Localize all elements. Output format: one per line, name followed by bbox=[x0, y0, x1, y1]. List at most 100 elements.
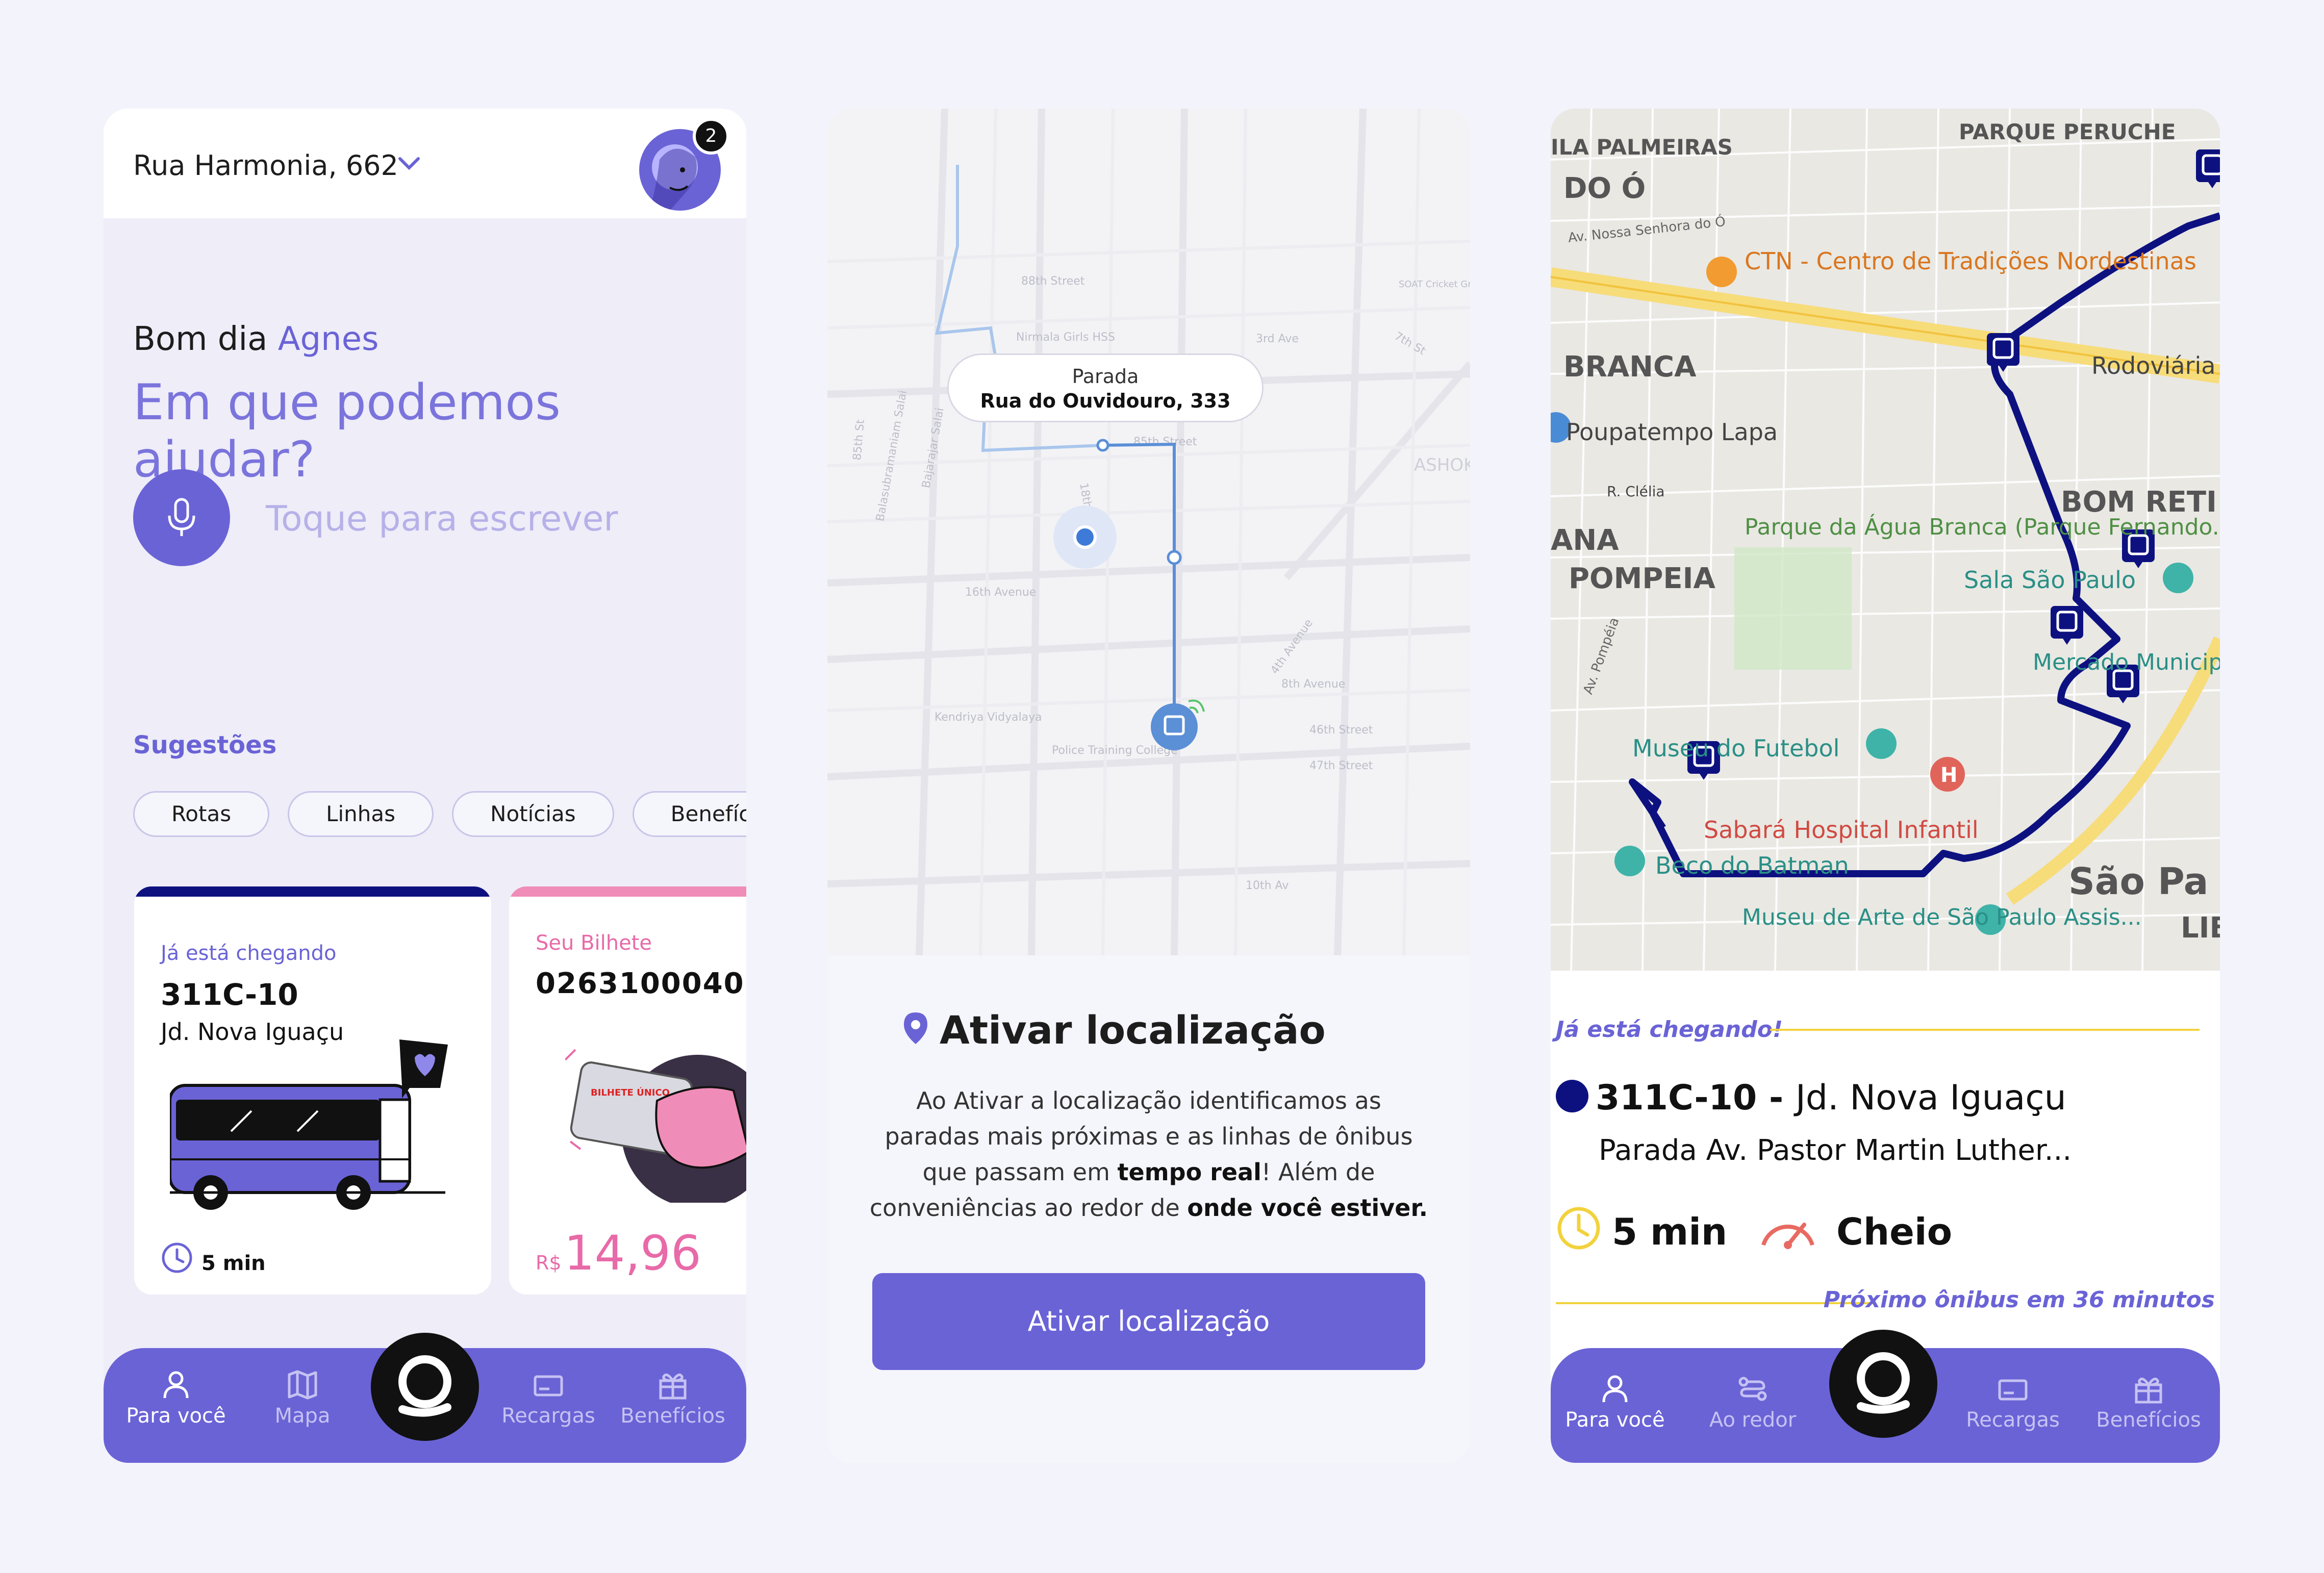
map-label: 88th Street bbox=[1021, 275, 1085, 288]
nav-label: Mapa bbox=[274, 1404, 331, 1428]
ticket-number: 026310004072 bbox=[536, 967, 746, 1000]
mic-button[interactable] bbox=[133, 469, 230, 566]
map-label: R. Clélia bbox=[1607, 483, 1665, 500]
map-label: Kendriya Vidyalaya bbox=[934, 711, 1042, 724]
svg-text:H: H bbox=[1940, 764, 1957, 787]
map-label: 16th Avenue bbox=[965, 586, 1036, 599]
search-input[interactable]: Toque para escrever bbox=[266, 499, 618, 539]
map-label: Sala São Paulo bbox=[1964, 566, 2136, 594]
logo-icon bbox=[398, 1355, 451, 1417]
map-label: Museu do Futebol bbox=[1632, 734, 1839, 762]
arrival-label: Já está chegando! bbox=[1556, 1017, 1783, 1043]
line-color-dot bbox=[1556, 1080, 1588, 1112]
nav-label: Recargas bbox=[501, 1404, 595, 1428]
stop-bubble[interactable]: Parada Rua do Ouvidouro, 333 bbox=[947, 353, 1264, 422]
map-label: ILA PALMEIRAS bbox=[1551, 135, 1733, 160]
map-label: POMPEIA bbox=[1569, 562, 1716, 595]
address-selector[interactable]: Rua Harmonia, 662 bbox=[133, 149, 398, 182]
map-label: ANA bbox=[1551, 524, 1619, 557]
ticket-balance: R$ 14,96 bbox=[536, 1226, 701, 1281]
microphone-icon bbox=[168, 498, 195, 536]
map-label: Rodoviária bbox=[2091, 352, 2215, 379]
music-pin-icon bbox=[2163, 563, 2193, 593]
museum-pin-icon bbox=[1614, 846, 1645, 876]
route-title[interactable]: 311C-10 - Jd. Nova Iguaçu bbox=[1556, 1078, 2066, 1118]
currency: R$ bbox=[536, 1252, 562, 1274]
map-label: 47th Street bbox=[1309, 759, 1373, 772]
museum-pin-icon bbox=[1866, 728, 1897, 759]
card-brand: BILHETE ÚNICO bbox=[591, 1087, 670, 1098]
nav-mapa[interactable]: Mapa bbox=[246, 1368, 359, 1428]
nav-label: Recargas bbox=[1966, 1408, 2060, 1432]
chip-noticias[interactable]: Notícias bbox=[452, 791, 614, 837]
ticket-label: Seu Bilhete bbox=[536, 931, 652, 955]
nav-recargas[interactable]: Recargas bbox=[1957, 1373, 2069, 1432]
ticket-card[interactable]: Seu Bilhete 026310004072 BILHETE ÚNICO R… bbox=[509, 886, 746, 1295]
suggestion-chips: Rotas Linhas Notícias Benefícios bbox=[133, 791, 746, 837]
current-location-icon bbox=[1073, 525, 1097, 549]
description: Ao Ativar a localização identificamos as… bbox=[868, 1083, 1429, 1226]
card-stripe bbox=[509, 886, 746, 897]
nav-label: Para você bbox=[126, 1404, 226, 1428]
card-stripe bbox=[134, 886, 491, 897]
chip-rotas[interactable]: Rotas bbox=[133, 791, 270, 837]
map-label: PARQUE PERUCHE bbox=[1959, 119, 2176, 144]
next-bus-text: Próximo ônibus em 36 minutos bbox=[1823, 1287, 2215, 1313]
map-label: 8th Avenue bbox=[1281, 678, 1345, 691]
arrival-card[interactable]: Já está chegando 311C-10 Jd. Nova Iguaçu… bbox=[134, 886, 491, 1295]
map-label: Mercado Municipal São P bbox=[2033, 649, 2220, 675]
chip-beneficios[interactable]: Benefícios bbox=[632, 791, 746, 837]
nav-ao-redor[interactable]: Ao redor bbox=[1697, 1373, 1809, 1432]
nav-recargas[interactable]: Recargas bbox=[492, 1368, 604, 1428]
route-icon bbox=[1738, 1377, 1767, 1401]
nav-para-voce[interactable]: Para você bbox=[1559, 1373, 1671, 1432]
chevron-down-icon[interactable] bbox=[397, 154, 421, 174]
map-icon bbox=[288, 1370, 317, 1400]
person-icon bbox=[163, 1371, 189, 1399]
map-label: Sabará Hospital Infantil bbox=[1704, 816, 1979, 844]
separator: - bbox=[1757, 1078, 1796, 1118]
eta-text: 5 min bbox=[1612, 1210, 1728, 1253]
map-label: São Pa bbox=[2068, 860, 2208, 903]
bottom-nav: Para você Mapa Recargas Benefícios bbox=[104, 1333, 746, 1463]
bus-illustration bbox=[170, 1039, 448, 1210]
bus-stop-icon[interactable] bbox=[1151, 703, 1198, 750]
nearby-screen: H ILA PALMEIRAS DO Ó PARQUE PERUCHE Av. … bbox=[1551, 109, 2220, 1463]
home-logo-button[interactable] bbox=[371, 1333, 479, 1441]
greeting: Bom dia Agnes bbox=[133, 320, 378, 358]
map-label: Police Training College bbox=[1052, 744, 1178, 757]
nav-beneficios[interactable]: Benefícios bbox=[2092, 1373, 2205, 1432]
nav-beneficios[interactable]: Benefícios bbox=[617, 1368, 729, 1428]
bubble-title: Parada bbox=[1072, 365, 1139, 388]
card-icon bbox=[534, 1375, 563, 1397]
clock-icon bbox=[162, 1242, 192, 1273]
nav-label: Benefícios bbox=[2096, 1408, 2201, 1432]
page-title: Ativar localização bbox=[904, 1007, 1326, 1053]
map-label: DO Ó bbox=[1563, 172, 1646, 205]
gift-icon bbox=[659, 1373, 687, 1400]
logo-icon bbox=[1857, 1352, 1910, 1414]
chip-linhas[interactable]: Linhas bbox=[288, 791, 434, 837]
eta-text: 5 min bbox=[201, 1252, 266, 1275]
location-permission-screen: 88th Street 3rd Ave Nirmala Girls HSS 85… bbox=[827, 109, 1470, 1463]
nav-label: Benefícios bbox=[620, 1404, 725, 1428]
heading-text: Ativar localização bbox=[940, 1007, 1326, 1053]
bus-line: 311C-10 bbox=[161, 977, 298, 1012]
help-question: Em que podemos ajudar? bbox=[133, 374, 561, 488]
nav-para-voce[interactable]: Para você bbox=[120, 1368, 232, 1428]
nav-label: Para você bbox=[1565, 1408, 1665, 1432]
activate-location-button[interactable]: Ativar localização bbox=[872, 1273, 1425, 1370]
balance-value: 14,96 bbox=[564, 1226, 701, 1281]
occupancy-text: Cheio bbox=[1836, 1210, 1953, 1253]
home-logo-button[interactable] bbox=[1829, 1330, 1937, 1438]
map-label: Poupatempo Lapa bbox=[1566, 418, 1778, 446]
map-view[interactable]: 88th Street 3rd Ave Nirmala Girls HSS 85… bbox=[827, 109, 1470, 955]
user-name: Agnes bbox=[277, 320, 379, 358]
greeting-prefix: Bom dia bbox=[133, 320, 268, 358]
notification-badge: 2 bbox=[693, 118, 729, 155]
map-view[interactable]: H ILA PALMEIRAS DO Ó PARQUE PERUCHE Av. … bbox=[1551, 109, 2220, 971]
map-label: 46th Street bbox=[1309, 724, 1373, 737]
person-icon bbox=[1602, 1375, 1628, 1403]
stop-name: Parada Av. Pastor Martin Luther... bbox=[1599, 1134, 2072, 1167]
bubble-address: Rua do Ouvidouro, 333 bbox=[980, 390, 1231, 412]
